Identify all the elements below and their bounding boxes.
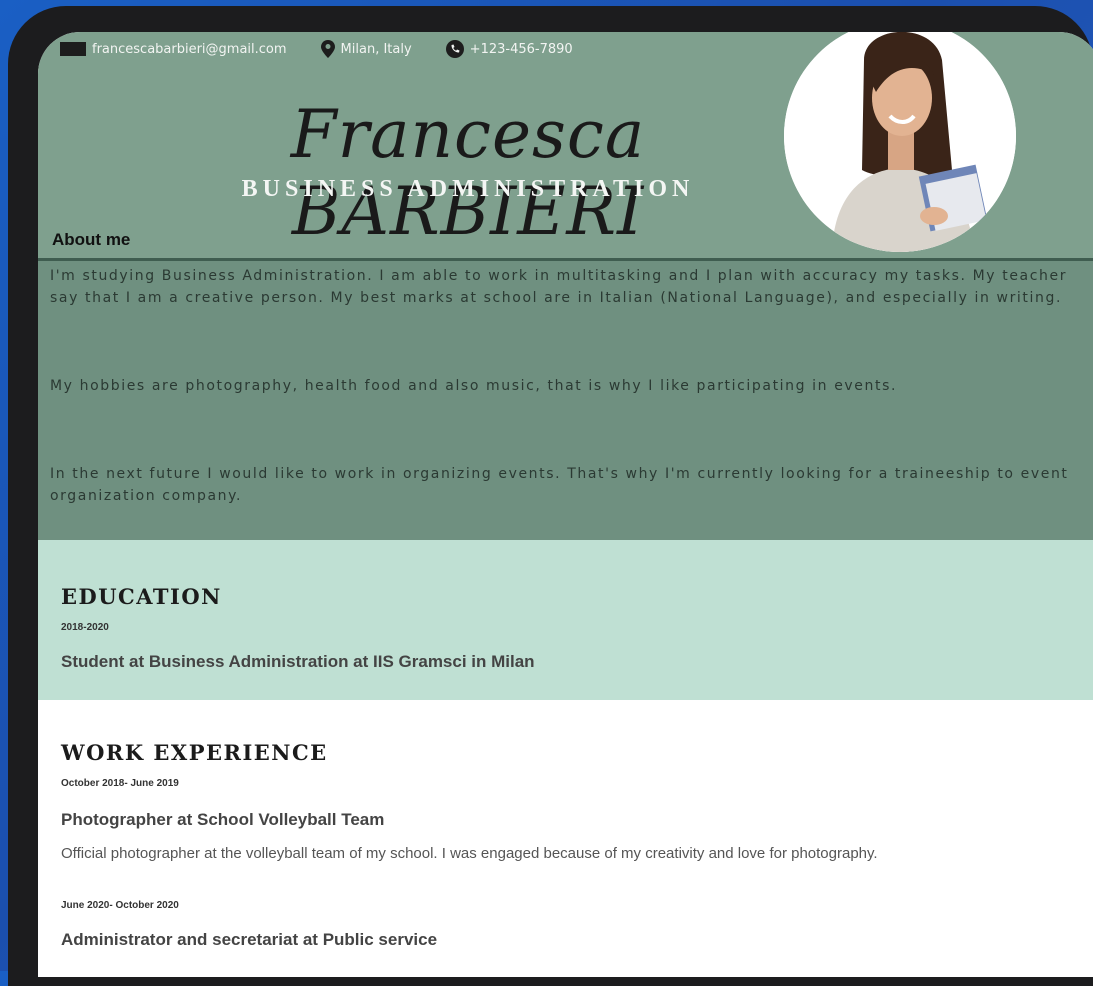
education-date: 2018-2020	[61, 622, 109, 633]
profile-photo	[784, 32, 1016, 252]
work-date: October 2018- June 2019	[61, 778, 179, 789]
resume-header: francescabarbieri@gmail.com Milan, Italy…	[38, 32, 1093, 258]
about-paragraph: In the next future I would like to work …	[50, 466, 1069, 504]
about-paragraph: I'm studying Business Administration. I …	[50, 268, 1068, 306]
phone-icon	[445, 40, 464, 58]
education-title: EDUCATION	[61, 584, 222, 609]
work-experience-title: WORK EXPERIENCE	[61, 740, 328, 765]
contact-phone: +123-456-7890	[445, 40, 573, 58]
work-date: June 2020- October 2020	[61, 900, 179, 911]
phone-text: +123-456-7890	[469, 41, 573, 57]
resume-screen: francescabarbieri@gmail.com Milan, Italy…	[38, 32, 1093, 977]
tablet-frame: francescabarbieri@gmail.com Milan, Italy…	[8, 6, 1093, 986]
about-section: I'm studying Business Administration. I …	[38, 258, 1093, 540]
education-entry-title: Student at Business Administration at II…	[61, 652, 535, 671]
email-icon	[60, 42, 86, 56]
about-paragraph: My hobbies are photography, health food …	[50, 378, 898, 394]
work-entry-title: Administrator and secretariat at Public …	[61, 930, 438, 949]
work-entry-title: Photographer at School Volleyball Team	[61, 810, 385, 829]
work-entry-description: Official photographer at the volleyball …	[61, 845, 878, 862]
candidate-name: Francesca BARBIERI	[290, 96, 646, 250]
profile-photo-illustration	[784, 32, 1016, 252]
education-section: EDUCATION 2018-2020 Student at Business …	[38, 540, 1093, 700]
contact-location: Milan, Italy	[320, 40, 412, 58]
email-text: francescabarbieri@gmail.com	[92, 41, 287, 57]
candidate-role: BUSINESS ADMINISTRATION	[241, 176, 695, 202]
contact-bar: francescabarbieri@gmail.com Milan, Italy…	[60, 38, 607, 60]
about-title: About me	[52, 230, 131, 249]
contact-email: francescabarbieri@gmail.com	[60, 42, 287, 57]
location-text: Milan, Italy	[340, 41, 412, 57]
location-pin-icon	[320, 40, 335, 58]
